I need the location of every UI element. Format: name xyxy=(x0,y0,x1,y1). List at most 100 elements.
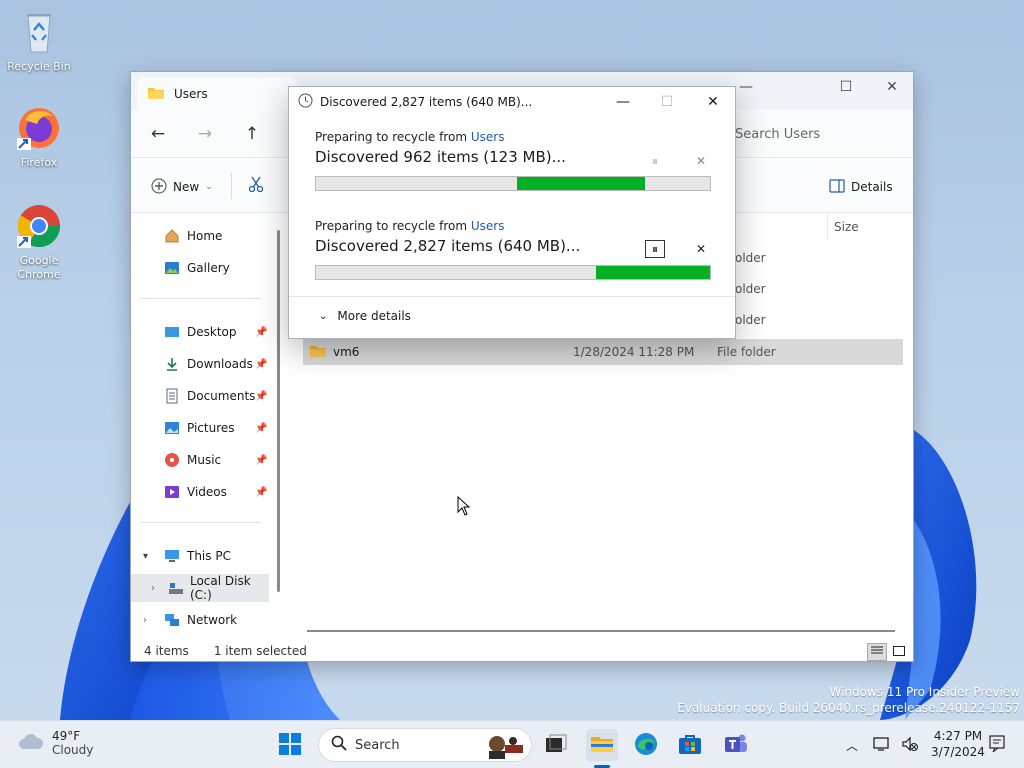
operation-subtitle: Preparing to recycle from Users xyxy=(315,130,711,144)
watermark-line: Windows 11 Pro Insider Preview xyxy=(829,685,1020,699)
dialog-title: Discovered 2,827 items (640 MB)... xyxy=(320,95,533,109)
sidebar-item-this-pc[interactable]: ▾ This PC xyxy=(131,542,271,570)
close-button[interactable]: ✕ xyxy=(691,87,735,117)
row-date: 1/28/2024 11:28 PM xyxy=(573,345,695,359)
sidebar-item-label: Network xyxy=(187,613,238,627)
search-input[interactable]: Search Users xyxy=(727,118,907,150)
plus-circle-icon xyxy=(151,178,167,197)
chevron-down-icon: ⌄ xyxy=(319,310,328,322)
weather-widget[interactable]: 49°F Cloudy xyxy=(18,729,93,757)
sidebar-divider xyxy=(141,298,261,299)
cancel-button[interactable]: ✕ xyxy=(691,152,711,170)
clock[interactable]: 4:27 PM 3/7/2024 xyxy=(928,728,988,760)
sidebar-item-downloads[interactable]: Downloads 📌 xyxy=(131,350,271,378)
home-icon xyxy=(163,227,181,245)
operation-subtitle-text: Preparing to recycle from xyxy=(315,130,468,144)
sidebar-item-label: Downloads xyxy=(187,357,253,371)
pin-icon: 📌 xyxy=(255,358,268,370)
taskbar: 49°F Cloudy Search ︿ 4:27 PM 3/7/2024 xyxy=(0,720,1024,768)
store-icon xyxy=(678,733,702,758)
more-details-label: More details xyxy=(337,309,411,323)
details-label: Details xyxy=(851,180,893,194)
network-status-icon xyxy=(873,736,891,755)
teams-icon xyxy=(723,732,749,759)
sidebar-scrollbar[interactable] xyxy=(277,230,280,592)
sidebar-item-home[interactable]: Home xyxy=(131,222,271,250)
firefox-icon xyxy=(15,104,63,152)
desktop-icon xyxy=(163,323,181,341)
volume-button[interactable] xyxy=(894,729,926,761)
forward-button[interactable]: → xyxy=(190,120,220,148)
column-header-label: Size xyxy=(834,220,859,234)
desktop-icon-recycle-bin[interactable]: Recycle Bin xyxy=(1,8,77,74)
sidebar-item-network[interactable]: › Network xyxy=(131,606,271,634)
table-row[interactable]: vm6 1/28/2024 11:28 PM File folder xyxy=(303,339,903,365)
taskbar-store[interactable] xyxy=(674,729,706,761)
notifications-button[interactable] xyxy=(982,729,1014,761)
chevron-down-icon: ▾ xyxy=(143,550,149,562)
progress-bar xyxy=(315,176,711,191)
sidebar-item-label: Home xyxy=(187,229,223,243)
sidebar-item-label: Videos xyxy=(187,485,227,499)
tab-users[interactable]: Users xyxy=(137,78,297,110)
details-pane-icon xyxy=(829,178,845,196)
details-view-button[interactable] xyxy=(867,643,887,661)
start-button[interactable] xyxy=(274,729,306,761)
videos-icon xyxy=(163,483,181,501)
desktop-icon-firefox[interactable]: Firefox xyxy=(1,104,77,170)
chevron-down-icon: ⌄ xyxy=(205,182,213,192)
sidebar-item-videos[interactable]: Videos 📌 xyxy=(131,478,271,506)
folder-icon xyxy=(590,734,614,757)
sidebar-item-desktop[interactable]: Desktop 📌 xyxy=(131,318,271,346)
operation-subtitle-text: Preparing to recycle from xyxy=(315,219,468,233)
taskbar-edge[interactable] xyxy=(630,729,662,761)
show-hidden-icons-button[interactable]: ︿ xyxy=(836,729,868,761)
operation-1: Preparing to recycle from Users Discover… xyxy=(315,130,711,191)
status-selection: 1 item selected xyxy=(213,644,307,658)
maximize-button[interactable]: ☐ xyxy=(645,87,689,117)
chrome-label: Google Chrome xyxy=(17,254,61,281)
details-pane-button[interactable]: Details xyxy=(829,175,893,199)
new-button[interactable]: New ⌄ xyxy=(151,175,213,199)
computer-icon xyxy=(163,547,181,565)
edge-icon xyxy=(634,732,658,759)
task-view-button[interactable] xyxy=(540,729,572,761)
status-bar: 4 items 1 item selected xyxy=(131,639,913,663)
source-link[interactable]: Users xyxy=(471,219,505,233)
desktop-icon-chrome[interactable]: Google Chrome xyxy=(1,202,77,282)
search-icon xyxy=(331,735,347,755)
cut-button[interactable] xyxy=(247,175,265,196)
row-type-partial: older xyxy=(735,282,766,296)
navigation-pane: Home Gallery Desktop 📌 Downloads 📌 Docum… xyxy=(131,214,281,633)
dialog-divider xyxy=(289,296,735,297)
column-header-size[interactable]: Size xyxy=(827,214,859,240)
row-name: vm6 xyxy=(333,345,360,359)
windows-logo-icon xyxy=(278,732,302,759)
sidebar-item-gallery[interactable]: Gallery xyxy=(131,254,271,282)
sidebar-item-music[interactable]: Music 📌 xyxy=(131,446,271,474)
maximize-button[interactable]: ☐ xyxy=(823,72,869,102)
taskbar-search[interactable]: Search xyxy=(318,728,532,762)
horizontal-scrollbar[interactable] xyxy=(307,630,895,632)
sidebar-item-pictures[interactable]: Pictures 📌 xyxy=(131,414,271,442)
minimize-button[interactable]: — xyxy=(601,87,645,117)
download-icon xyxy=(163,355,181,373)
taskbar-file-explorer[interactable] xyxy=(586,729,618,761)
task-view-icon xyxy=(545,734,567,757)
desktop-icon-label: Recycle Bin xyxy=(7,60,71,73)
pause-button[interactable]: ⏸ xyxy=(645,152,665,170)
source-link[interactable]: Users xyxy=(471,130,505,144)
close-button[interactable]: ✕ xyxy=(869,72,915,102)
more-details-button[interactable]: ⌄ More details xyxy=(319,309,411,323)
back-button[interactable]: ← xyxy=(143,120,173,148)
pin-icon: 📌 xyxy=(255,390,268,402)
recycle-bin-icon xyxy=(15,8,63,56)
up-button[interactable]: ↑ xyxy=(237,120,267,148)
cancel-button[interactable]: ✕ xyxy=(691,240,711,258)
pause-button[interactable]: ⏸ xyxy=(645,240,665,258)
taskbar-teams[interactable] xyxy=(720,729,752,761)
tiles-view-button[interactable] xyxy=(889,643,909,661)
network-icon xyxy=(163,611,181,629)
sidebar-item-local-disk[interactable]: › Local Disk (C:) xyxy=(131,574,269,602)
sidebar-item-documents[interactable]: Documents 📌 xyxy=(131,382,271,410)
